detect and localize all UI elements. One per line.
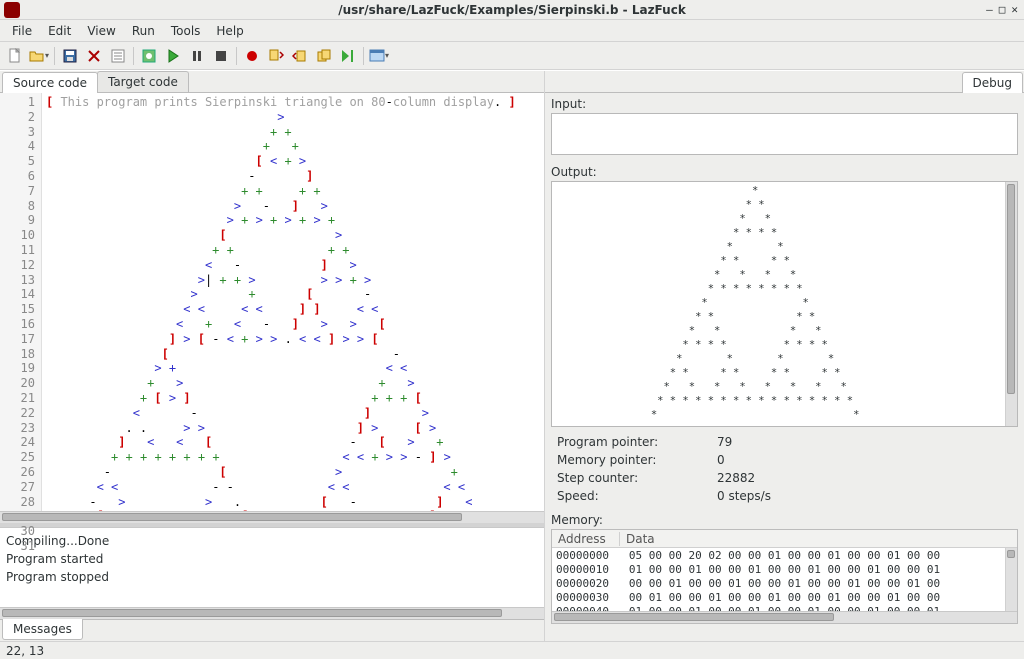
bottom-tabstrip: Messages [0,619,544,641]
step-out-button[interactable] [313,45,335,67]
view-dropdown[interactable]: ▾ [368,45,390,67]
output-panel: * * * * * * * * * * * * * * * [551,181,1018,427]
left-column: Source code Target code 1 2 3 4 5 6 7 8 … [0,71,545,641]
stop-button[interactable] [210,45,232,67]
run-button[interactable] [162,45,184,67]
close-file-button[interactable] [83,45,105,67]
program-pointer-value: 79 [717,435,732,449]
memory-label: Memory: [545,509,1024,529]
menu-bar: File Edit View Run Tools Help [0,20,1024,42]
properties-button[interactable] [107,45,129,67]
output-text: * * * * * * * * * * * * * * * [552,182,1005,426]
window-controls: – □ ✕ [986,3,1024,16]
message-line: Program started [6,550,538,568]
menu-help[interactable]: Help [208,22,251,40]
separator [236,47,237,65]
maximize-button[interactable]: □ [999,3,1006,16]
menu-run[interactable]: Run [124,22,163,40]
code-editor[interactable]: 1 2 3 4 5 6 7 8 9 10 11 12 13 14 15 16 1… [0,93,544,511]
step-into-button[interactable] [265,45,287,67]
toolbar: ▾ ▾ [0,42,1024,70]
cursor-position: 22, 13 [6,644,44,658]
memory-col-address[interactable]: Address [552,532,620,546]
speed-value: 0 steps/s [717,489,771,503]
code-text[interactable]: [ This program prints Sierpinski triangl… [42,93,544,511]
memory-pointer-value: 0 [717,453,725,467]
close-button[interactable]: ✕ [1011,3,1018,16]
menu-file[interactable]: File [4,22,40,40]
memory-pointer-label: Memory pointer: [557,453,717,467]
record-button[interactable] [241,45,263,67]
code-tabstrip: Source code Target code [0,71,544,93]
open-button[interactable]: ▾ [28,45,50,67]
editor-h-scrollbar[interactable] [0,511,544,523]
messages-panel: Compiling...Done Program started Program… [0,527,544,607]
save-button[interactable] [59,45,81,67]
debug-stats: Program pointer:79 Memory pointer:0 Step… [545,427,1024,509]
app-icon [4,2,20,18]
memory-header: Address Data [552,530,1017,548]
step-counter-label: Step counter: [557,471,717,485]
memory-h-scrollbar[interactable] [552,611,1017,623]
menu-edit[interactable]: Edit [40,22,79,40]
message-line: Program stopped [6,568,538,586]
separator [133,47,134,65]
tab-source-code[interactable]: Source code [2,72,98,93]
step-counter-value: 22882 [717,471,755,485]
output-v-scrollbar[interactable] [1005,182,1017,426]
chevron-down-icon: ▾ [45,51,49,60]
minimize-button[interactable]: – [986,3,993,16]
messages-h-scrollbar[interactable] [0,607,544,619]
memory-v-scrollbar[interactable] [1005,548,1017,611]
menu-view[interactable]: View [79,22,123,40]
message-line: Compiling...Done [6,532,538,550]
line-gutter: 1 2 3 4 5 6 7 8 9 10 11 12 13 14 15 16 1… [0,93,42,511]
title-bar: /usr/share/LazFuck/Examples/Sierpinski.b… [0,0,1024,20]
compile-button[interactable] [138,45,160,67]
speed-label: Speed: [557,489,717,503]
menu-tools[interactable]: Tools [163,22,209,40]
debug-tabstrip: Debug [545,71,1024,93]
new-button[interactable] [4,45,26,67]
tab-messages[interactable]: Messages [2,619,83,640]
chevron-down-icon: ▾ [385,51,389,60]
memory-text: 00000000 05 00 00 20 02 00 00 01 00 00 0… [552,548,1005,611]
tab-target-code[interactable]: Target code [97,71,189,92]
tab-debug[interactable]: Debug [962,72,1023,93]
memory-panel: Address Data 00000000 05 00 00 20 02 00 … [551,529,1018,624]
memory-col-data[interactable]: Data [620,532,663,546]
separator [54,47,55,65]
input-box[interactable] [551,113,1018,155]
window-title: /usr/share/LazFuck/Examples/Sierpinski.b… [0,3,1024,17]
separator [363,47,364,65]
right-column: Debug Input: Output: * * * * * * * * * [545,71,1024,641]
program-pointer-label: Program pointer: [557,435,717,449]
input-label: Input: [545,93,1024,113]
pause-button[interactable] [186,45,208,67]
run-to-cursor-button[interactable] [337,45,359,67]
output-label: Output: [545,161,1024,181]
main-area: Source code Target code 1 2 3 4 5 6 7 8 … [0,70,1024,641]
step-over-button[interactable] [289,45,311,67]
status-bar: 22, 13 [0,641,1024,659]
